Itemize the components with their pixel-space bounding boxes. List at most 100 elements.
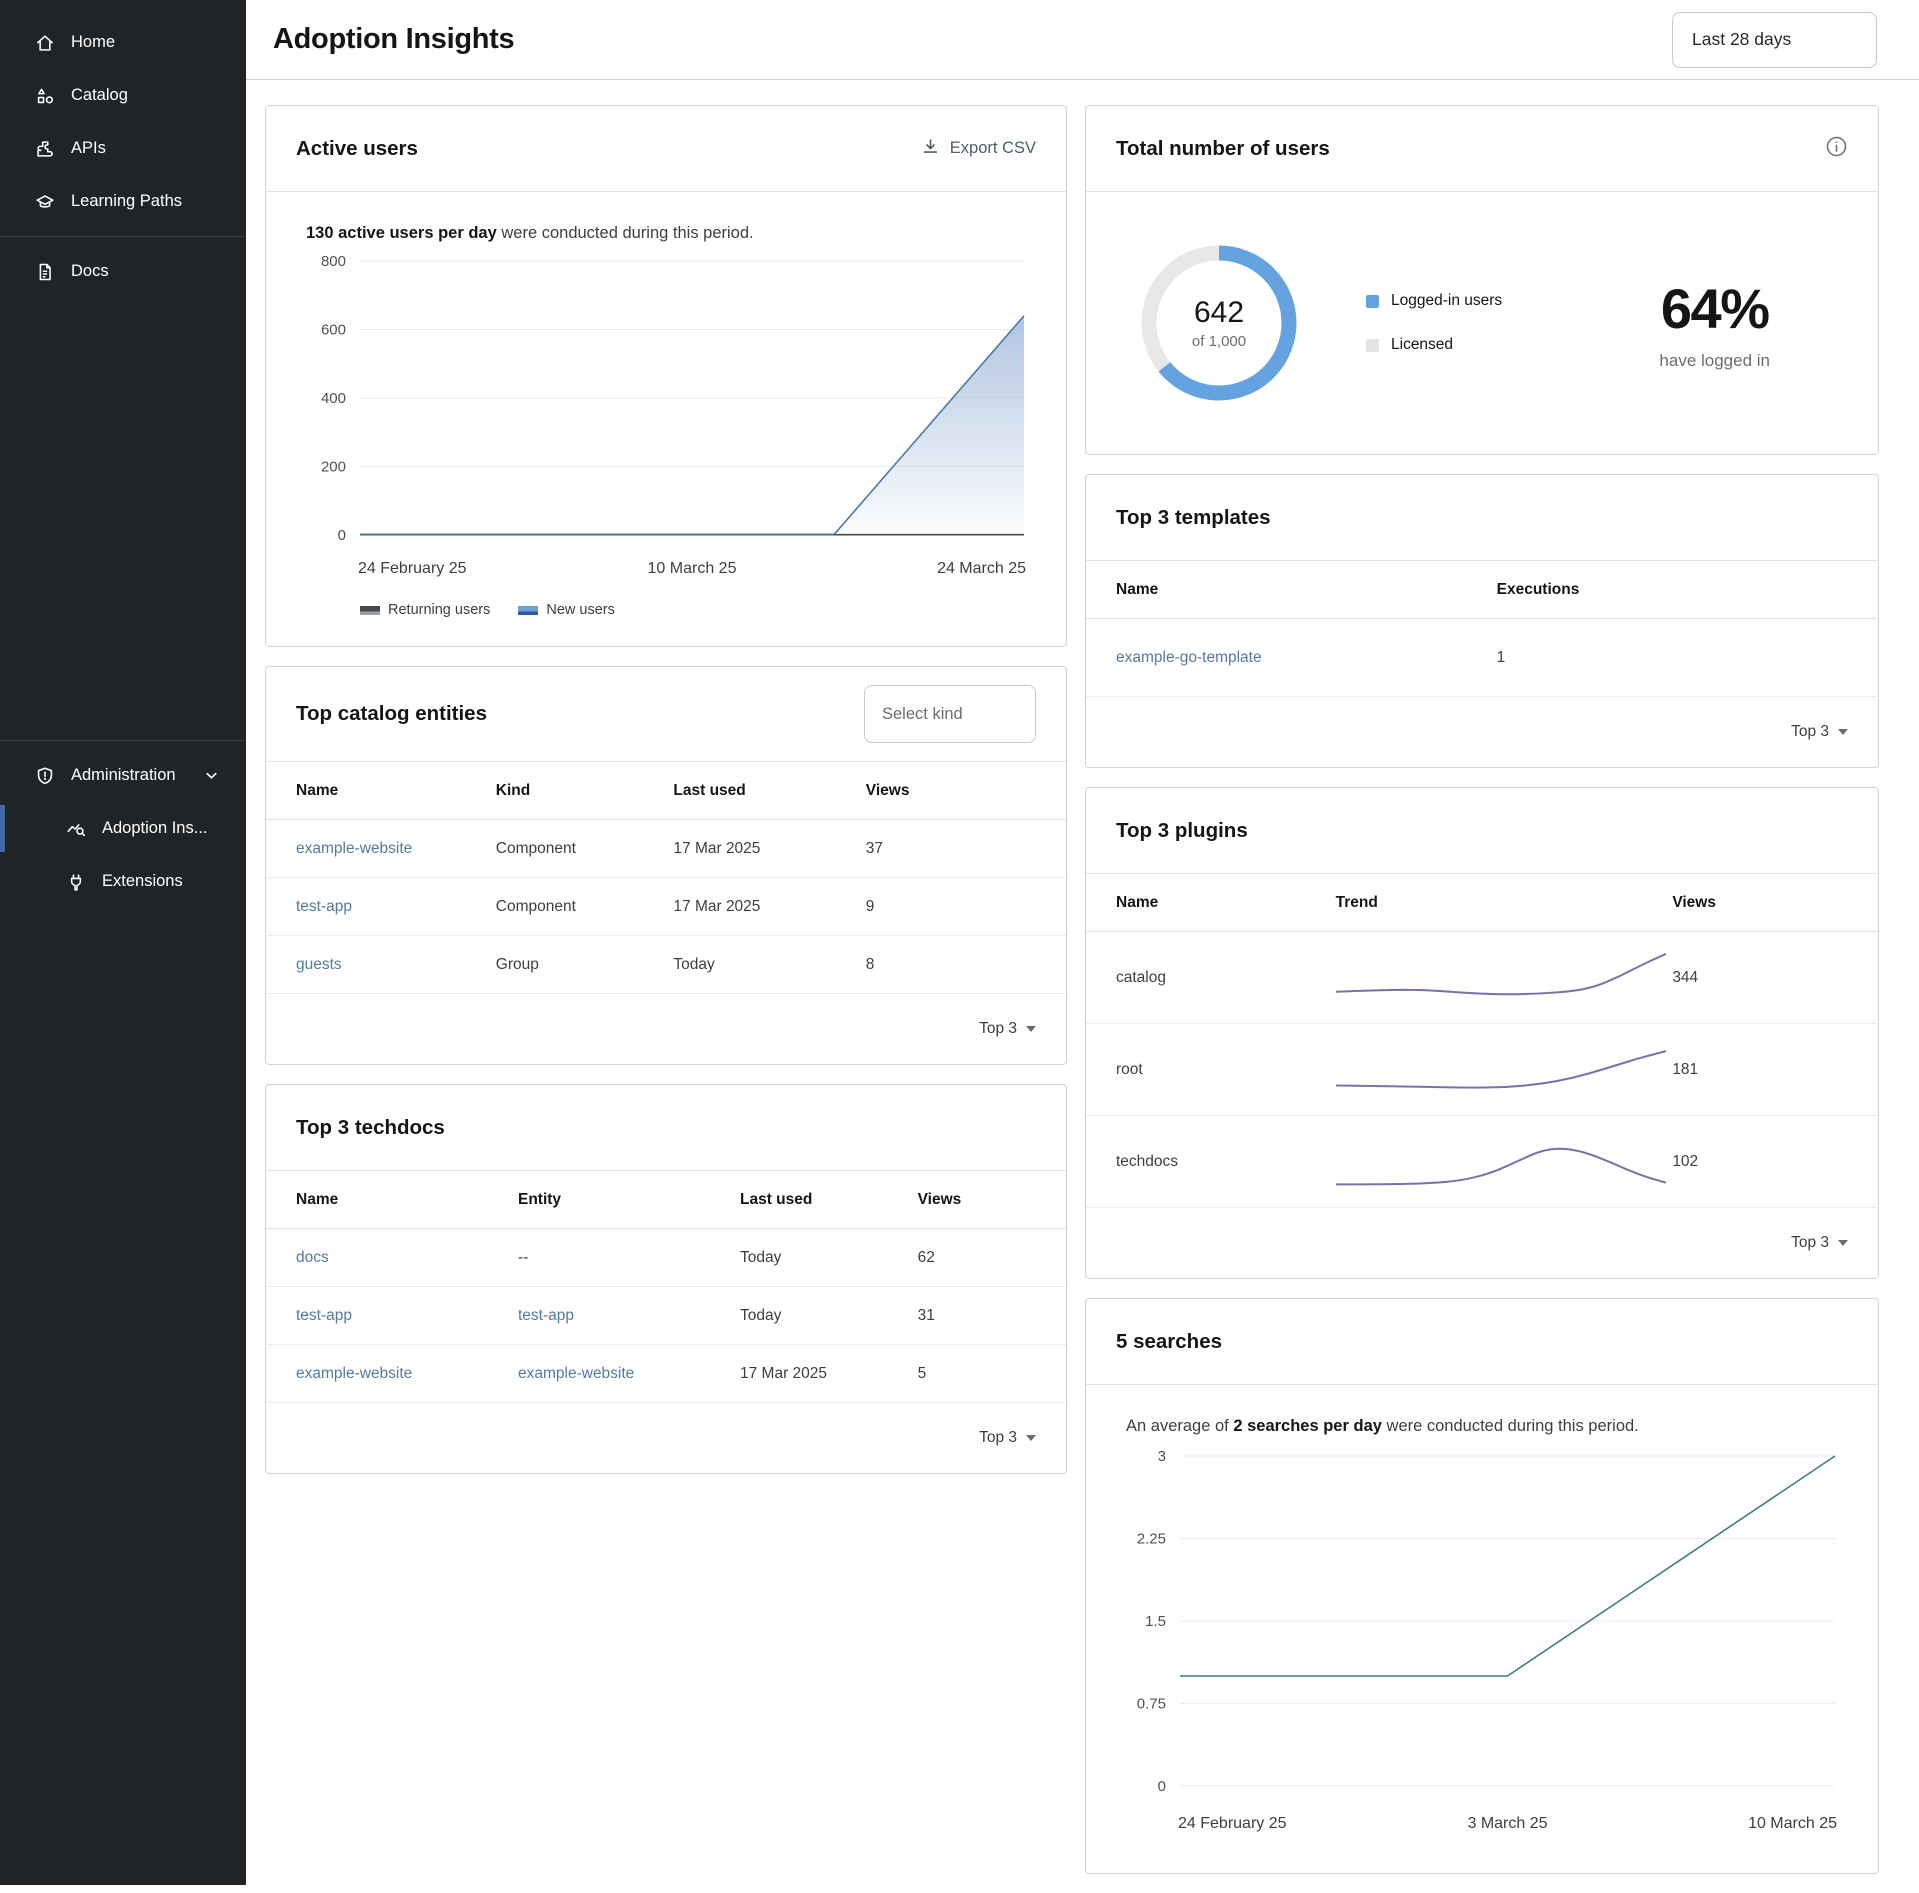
- legend-new-users[interactable]: New users: [518, 602, 615, 618]
- donut-legend: Logged-in users Licensed: [1366, 292, 1502, 354]
- page-header: Adoption Insights Last 28 days: [246, 0, 1919, 80]
- entity-link[interactable]: example-website: [296, 840, 496, 858]
- apis-icon: [33, 137, 57, 161]
- sidebar-item-docs[interactable]: Docs: [0, 245, 246, 298]
- searches-summary: An average of 2 searches per day were co…: [1126, 1417, 1848, 1436]
- trend-sparkline: [1336, 947, 1666, 1009]
- card-title: Total number of users: [1116, 137, 1330, 161]
- select-kind-placeholder: Select kind: [882, 705, 963, 724]
- card-title: Active users: [296, 137, 418, 161]
- legend-swatch: [360, 606, 380, 615]
- table-row: test-app test-app Today 31: [266, 1287, 1066, 1345]
- top3-select[interactable]: Top 3: [979, 1020, 1017, 1038]
- legend-swatch: [1366, 339, 1379, 352]
- date-range-select[interactable]: Last 28 days: [1672, 12, 1877, 68]
- logged-in-percentage-block: 64% have logged in: [1659, 276, 1770, 371]
- sidebar-item-label: APIs: [71, 139, 106, 158]
- svg-text:800: 800: [321, 253, 346, 270]
- caret-down-icon: [1026, 1026, 1036, 1032]
- sidebar-item-label: Extensions: [102, 872, 183, 891]
- table-row: root 181: [1086, 1024, 1878, 1116]
- entity-link[interactable]: test-app: [518, 1307, 740, 1325]
- card-title: Top 3 templates: [1116, 506, 1271, 530]
- info-icon[interactable]: [1825, 135, 1848, 163]
- logged-in-percentage: 64%: [1659, 276, 1770, 341]
- sidebar-item-adoption-insights[interactable]: Adoption Ins...: [0, 802, 246, 855]
- caret-down-icon: [1026, 1435, 1036, 1441]
- top3-select[interactable]: Top 3: [979, 1429, 1017, 1447]
- svg-text:24 February 25: 24 February 25: [358, 560, 467, 577]
- card-title: 5 searches: [1116, 1330, 1222, 1354]
- trend-sparkline: [1336, 1039, 1666, 1101]
- svg-text:1.5: 1.5: [1145, 1613, 1166, 1630]
- caret-down-icon: [1838, 1240, 1848, 1246]
- legend-swatch: [518, 606, 538, 615]
- svg-text:24 March 25: 24 March 25: [937, 560, 1026, 577]
- template-link[interactable]: example-go-template: [1116, 649, 1497, 667]
- techdoc-link[interactable]: example-website: [296, 1365, 518, 1383]
- sidebar-item-administration[interactable]: Administration: [0, 749, 246, 802]
- active-users-chart: 020040060080024 February 2510 March 2524…: [296, 247, 1038, 585]
- table-row: docs -- Today 62: [266, 1229, 1066, 1287]
- svg-text:24 February 25: 24 February 25: [1178, 1815, 1287, 1832]
- table-header-row: NameKindLast usedViews: [266, 762, 1066, 820]
- sidebar-item-label: Learning Paths: [71, 192, 182, 211]
- adoption-insights-icon: [64, 817, 88, 841]
- svg-text:200: 200: [321, 459, 346, 476]
- page-title: Adoption Insights: [273, 23, 514, 56]
- table-row: techdocs 102: [1086, 1116, 1878, 1208]
- shield-icon: [33, 764, 57, 788]
- chart-legend: Returning users New users: [360, 602, 1036, 618]
- main-content: Adoption Insights Last 28 days Active us…: [246, 0, 1919, 1893]
- docs-icon: [33, 260, 57, 284]
- legend-returning-users[interactable]: Returning users: [360, 602, 490, 618]
- table-header-row: NameTrendViews: [1086, 874, 1878, 932]
- sidebar-item-learning-paths[interactable]: Learning Paths: [0, 175, 246, 228]
- table-row: example-go-template 1: [1086, 619, 1878, 697]
- svg-text:10 March 25: 10 March 25: [648, 560, 737, 577]
- active-indicator: [0, 805, 5, 852]
- home-icon: [33, 31, 57, 55]
- export-csv-button[interactable]: Export CSV: [921, 137, 1036, 161]
- chevron-down-icon: [204, 768, 219, 783]
- top3-select[interactable]: Top 3: [1791, 723, 1829, 741]
- top3-select[interactable]: Top 3: [1791, 1234, 1829, 1252]
- sidebar-item-home[interactable]: Home: [0, 16, 246, 69]
- select-kind-dropdown[interactable]: Select kind: [864, 685, 1036, 743]
- entity-link[interactable]: example-website: [518, 1365, 740, 1383]
- techdoc-link[interactable]: test-app: [296, 1307, 518, 1325]
- table-row: test-app Component 17 Mar 2025 9: [266, 878, 1066, 936]
- total-users-card: Total number of users 642 of 1,000: [1085, 105, 1879, 455]
- download-icon: [921, 137, 940, 161]
- plug-icon: [64, 870, 88, 894]
- card-title: Top 3 plugins: [1116, 819, 1248, 843]
- logged-in-count: 642: [1194, 296, 1244, 330]
- top-templates-card: Top 3 templates NameExecutions example-g…: [1085, 474, 1879, 768]
- card-title: Top 3 techdocs: [296, 1116, 445, 1140]
- table-row: example-website example-website 17 Mar 2…: [266, 1345, 1066, 1403]
- legend-licensed: Licensed: [1366, 336, 1502, 354]
- sidebar-item-apis[interactable]: APIs: [0, 122, 246, 175]
- caret-down-icon: [1838, 729, 1848, 735]
- searches-card: 5 searches An average of 2 searches per …: [1085, 1298, 1879, 1874]
- active-users-summary: 130 active users per day were conducted …: [306, 224, 1036, 243]
- table-row: example-website Component 17 Mar 2025 37: [266, 820, 1066, 878]
- date-range-value: Last 28 days: [1692, 29, 1791, 50]
- techdoc-link[interactable]: docs: [296, 1249, 518, 1267]
- sidebar-item-extensions[interactable]: Extensions: [0, 855, 246, 908]
- svg-text:2.25: 2.25: [1137, 1531, 1166, 1548]
- svg-text:400: 400: [321, 390, 346, 407]
- licensed-total: of 1,000: [1192, 333, 1246, 350]
- sidebar-item-catalog[interactable]: Catalog: [0, 69, 246, 122]
- trend-sparkline: [1336, 1131, 1666, 1193]
- sidebar-divider: [0, 236, 246, 237]
- sidebar: Home Catalog APIs Learning Paths Docs: [0, 0, 246, 1885]
- entity-link[interactable]: guests: [296, 956, 496, 974]
- entity-link[interactable]: test-app: [296, 898, 496, 916]
- table-row: catalog 344: [1086, 932, 1878, 1024]
- sidebar-divider: [0, 740, 246, 741]
- active-users-card: Active users Export CSV 130 active users…: [265, 105, 1067, 647]
- legend-swatch: [1366, 295, 1379, 308]
- logged-in-caption: have logged in: [1659, 351, 1770, 371]
- licensed-users-donut: 642 of 1,000: [1134, 238, 1304, 408]
